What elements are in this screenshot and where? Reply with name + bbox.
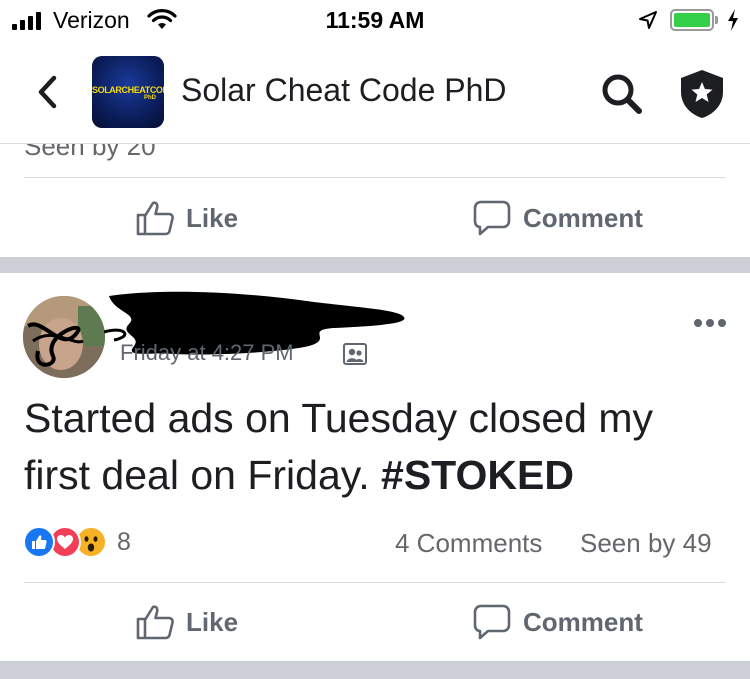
post-separator <box>0 257 750 273</box>
group-logo-text: SOLARCHEATCODE <box>92 85 164 95</box>
post-separator <box>0 661 750 679</box>
comments-count[interactable]: 4 Comments <box>395 528 542 559</box>
group-logo-sub: PhD <box>144 95 156 101</box>
more-options-button[interactable] <box>690 313 730 333</box>
charging-bolt-icon <box>728 9 738 31</box>
comment-label: Comment <box>523 606 643 637</box>
post-timestamp[interactable]: Friday at 4:27 PM <box>120 340 294 366</box>
group-name[interactable]: Solar Cheat Code PhD <box>181 72 507 109</box>
post-body: Started ads on Tuesday closed my first d… <box>24 390 724 504</box>
post-actions: Like Comment <box>0 583 750 661</box>
comment-icon <box>473 604 511 640</box>
group-audience-icon <box>343 343 367 365</box>
group-avatar[interactable]: SOLARCHEATCODE PhD <box>92 56 164 128</box>
shield-star-icon <box>681 70 723 118</box>
post-timestamp-row: Friday at 4:27 PM <box>120 340 294 366</box>
group-header: SOLARCHEATCODE PhD Solar Cheat Code PhD <box>0 42 750 144</box>
location-arrow-icon <box>639 11 657 29</box>
thumbs-up-icon <box>136 201 174 236</box>
seen-count[interactable]: Seen by 49 <box>580 528 712 559</box>
chevron-left-icon <box>38 75 57 109</box>
like-icon <box>23 526 55 558</box>
like-button[interactable]: Like <box>136 179 238 257</box>
battery-tip <box>715 16 718 24</box>
search-icon <box>602 74 642 114</box>
comment-button[interactable]: Comment <box>473 179 643 257</box>
comment-label: Comment <box>523 202 643 233</box>
battery-icon <box>670 9 714 31</box>
reaction-count: 8 <box>117 527 131 556</box>
dot <box>718 319 726 327</box>
previous-post-actions: Like Comment <box>0 179 750 257</box>
post-hashtag[interactable]: #STOKED <box>381 452 574 498</box>
like-button[interactable]: Like <box>136 583 238 661</box>
status-bar: Verizon 11:59 AM <box>0 0 750 42</box>
dot <box>706 319 714 327</box>
dot <box>694 319 702 327</box>
thumbs-up-icon <box>136 605 174 640</box>
like-label: Like <box>186 606 239 637</box>
like-label: Like <box>186 202 239 233</box>
author-avatar[interactable] <box>23 296 105 378</box>
divider <box>24 177 726 178</box>
avatar-photo <box>23 296 105 378</box>
admin-tools-button[interactable] <box>678 68 726 120</box>
comment-button[interactable]: Comment <box>473 583 643 661</box>
search-button[interactable] <box>600 72 644 116</box>
reactions-summary[interactable]: 8 <box>23 526 131 558</box>
comment-icon <box>473 200 511 236</box>
back-button[interactable] <box>30 72 64 112</box>
